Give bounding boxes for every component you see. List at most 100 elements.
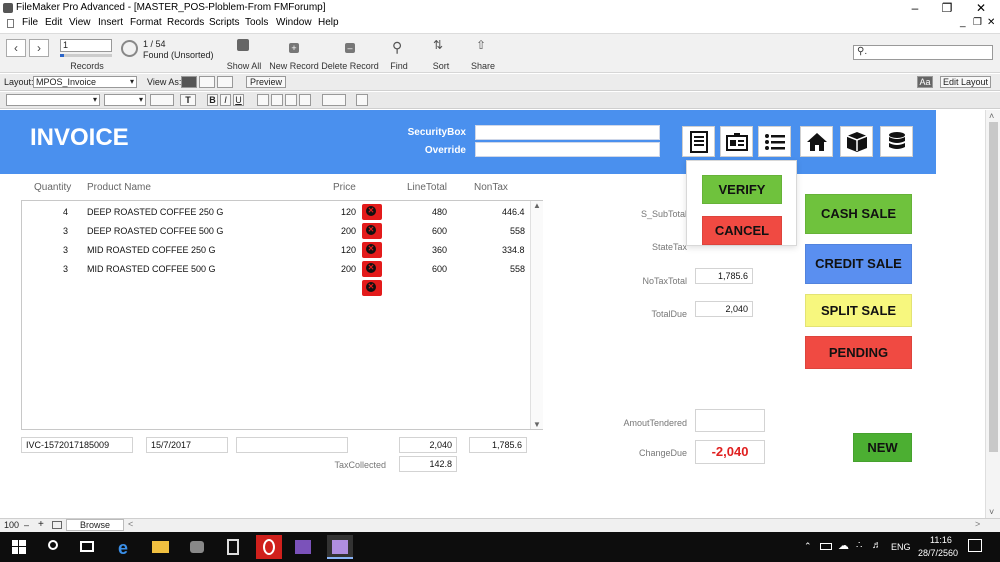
delete-record-button[interactable]: Delete Record (321, 61, 379, 71)
zoom-in-button[interactable]: + (38, 519, 44, 530)
product-name-cell[interactable]: DEEP ROASTED COFFEE 500 G (87, 226, 223, 236)
view-form-button[interactable] (181, 76, 197, 88)
table-row[interactable]: 3 DEEP ROASTED COFFEE 500 G 200 ✕ 600 55… (22, 222, 530, 240)
bold-button[interactable]: B (207, 94, 218, 106)
chevron-right-icon[interactable]: > (975, 519, 980, 529)
total-nontax-field[interactable]: 1,785.6 (469, 437, 527, 453)
pending-button[interactable]: PENDING (805, 336, 912, 369)
notes-field[interactable] (236, 437, 348, 453)
zoom-level[interactable]: 100 (4, 520, 19, 530)
cloud-icon[interactable]: ☁ (838, 539, 849, 552)
view-table-button[interactable] (217, 76, 233, 88)
tray-overflow-icon[interactable]: ⌃ (804, 541, 812, 552)
line-spacing-button[interactable] (356, 94, 368, 106)
new-row[interactable]: ✕ (22, 279, 530, 297)
change-due-field[interactable]: -2,040 (695, 440, 765, 464)
find-button[interactable]: Find (386, 61, 412, 71)
delete-row-button[interactable]: ✕ (362, 204, 382, 220)
tax-collected-field[interactable]: 142.8 (399, 456, 457, 472)
delete-row-button[interactable]: ✕ (362, 280, 382, 296)
portal-scrollbar[interactable]: ▲ ▼ (530, 201, 543, 429)
zoom-out-button[interactable]: – (24, 520, 29, 530)
font-size-select[interactable]: ▾ (104, 94, 146, 106)
network-icon[interactable]: ∴ (856, 540, 862, 551)
close-button[interactable]: ✕ (966, 0, 996, 16)
filemaker-button[interactable] (327, 535, 353, 559)
view-list-button[interactable] (199, 76, 215, 88)
line-total-cell[interactable]: 600 (432, 226, 447, 236)
customer-card-button[interactable] (720, 126, 753, 157)
no-tax-total-field[interactable]: 1,785.6 (695, 268, 753, 284)
align-center-button[interactable] (271, 94, 283, 106)
product-name-cell[interactable]: MID ROASTED COFFEE 500 G (87, 264, 216, 274)
align-left-button[interactable] (257, 94, 269, 106)
quantity-cell[interactable]: 3 (63, 264, 68, 274)
chevron-left-icon[interactable]: < (128, 519, 133, 529)
calculator-button[interactable] (220, 535, 246, 559)
doc-close-button[interactable]: ✕ (987, 17, 995, 28)
line-items-portal[interactable]: 4 DEEP ROASTED COFFEE 250 G 120 ✕ 480 44… (21, 200, 543, 430)
start-button[interactable] (6, 535, 32, 559)
clock-date[interactable]: 28/7/2560 (918, 548, 958, 558)
window-scrollbar[interactable]: ˄ ˅ (985, 110, 1000, 518)
paragraph-button[interactable] (322, 94, 346, 106)
line-total-cell[interactable]: 600 (432, 264, 447, 274)
security-box-field[interactable] (475, 125, 660, 140)
menu-insert[interactable]: Insert (98, 17, 123, 28)
non-tax-cell[interactable]: 334.8 (502, 245, 525, 255)
home-button[interactable] (800, 126, 833, 157)
chevron-down-icon[interactable]: ˅ (989, 507, 994, 517)
price-cell[interactable]: 120 (341, 245, 356, 255)
non-tax-cell[interactable]: 446.4 (502, 207, 525, 217)
menu-scripts[interactable]: Scripts (209, 17, 240, 28)
cash-sale-button[interactable]: CASH SALE (805, 194, 912, 234)
mode-indicator[interactable]: Browse (66, 519, 124, 531)
opera-button[interactable] (256, 535, 282, 559)
menu-format[interactable]: Format (130, 17, 162, 28)
delete-row-button[interactable]: ✕ (362, 261, 382, 277)
invoice-date-field[interactable]: 15/7/2017 (146, 437, 228, 453)
quantity-cell[interactable]: 4 (63, 207, 68, 217)
menu-help[interactable]: Help (318, 17, 339, 28)
override-field[interactable] (475, 142, 660, 157)
toggle-toolbar-button[interactable] (52, 521, 62, 529)
menu-view[interactable]: View (69, 17, 91, 28)
italic-button[interactable]: I (220, 94, 231, 106)
table-row[interactable]: 4 DEEP ROASTED COFFEE 250 G 120 ✕ 480 44… (22, 203, 530, 221)
price-cell[interactable]: 120 (341, 207, 356, 217)
fill-color-button[interactable] (150, 94, 174, 106)
quantity-cell[interactable]: 3 (63, 226, 68, 236)
doc-minimize-button[interactable]: _ (960, 17, 966, 28)
product-name-cell[interactable]: DEEP ROASTED COFFEE 250 G (87, 207, 223, 217)
align-right-button[interactable] (285, 94, 297, 106)
search-button[interactable] (40, 535, 66, 559)
chevron-up-icon[interactable]: ▲ (533, 201, 541, 210)
preview-button[interactable]: Preview (246, 76, 286, 88)
notifications-icon[interactable] (968, 539, 982, 552)
volume-icon[interactable]: ♬ (872, 540, 882, 551)
invoice-id-field[interactable]: IVC-1572017185009 (21, 437, 133, 453)
battery-icon[interactable] (820, 543, 832, 550)
split-sale-button[interactable]: SPLIT SALE (805, 294, 912, 327)
next-record-button[interactable]: › (29, 39, 49, 57)
report-button[interactable] (682, 126, 715, 157)
line-total-cell[interactable]: 360 (432, 245, 447, 255)
menu-file[interactable]: File (22, 17, 38, 28)
doc-restore-button[interactable]: ❐ (973, 17, 982, 28)
table-row[interactable]: 3 MID ROASTED COFFEE 250 G 120 ✕ 360 334… (22, 241, 530, 259)
quick-find-input[interactable]: ⚲. (853, 45, 993, 60)
verify-button[interactable]: VERIFY (702, 175, 782, 204)
product-name-cell[interactable]: MID ROASTED COFFEE 250 G (87, 245, 216, 255)
language-indicator[interactable]: ENG (891, 542, 911, 552)
new-record-button[interactable]: New Record (268, 61, 320, 71)
database-button[interactable] (880, 126, 913, 157)
share-button[interactable]: Share (468, 61, 498, 71)
menu-edit[interactable]: Edit (45, 17, 62, 28)
app-button-1[interactable] (184, 535, 210, 559)
layout-select[interactable]: MPOS_Invoice ▾ (33, 76, 137, 88)
chevron-up-icon[interactable]: ˄ (989, 111, 994, 121)
menu-tools[interactable]: Tools (245, 17, 268, 28)
cancel-button[interactable]: CANCEL (702, 216, 782, 245)
total-due-field[interactable]: 2,040 (695, 301, 753, 317)
non-tax-cell[interactable]: 558 (510, 226, 525, 236)
